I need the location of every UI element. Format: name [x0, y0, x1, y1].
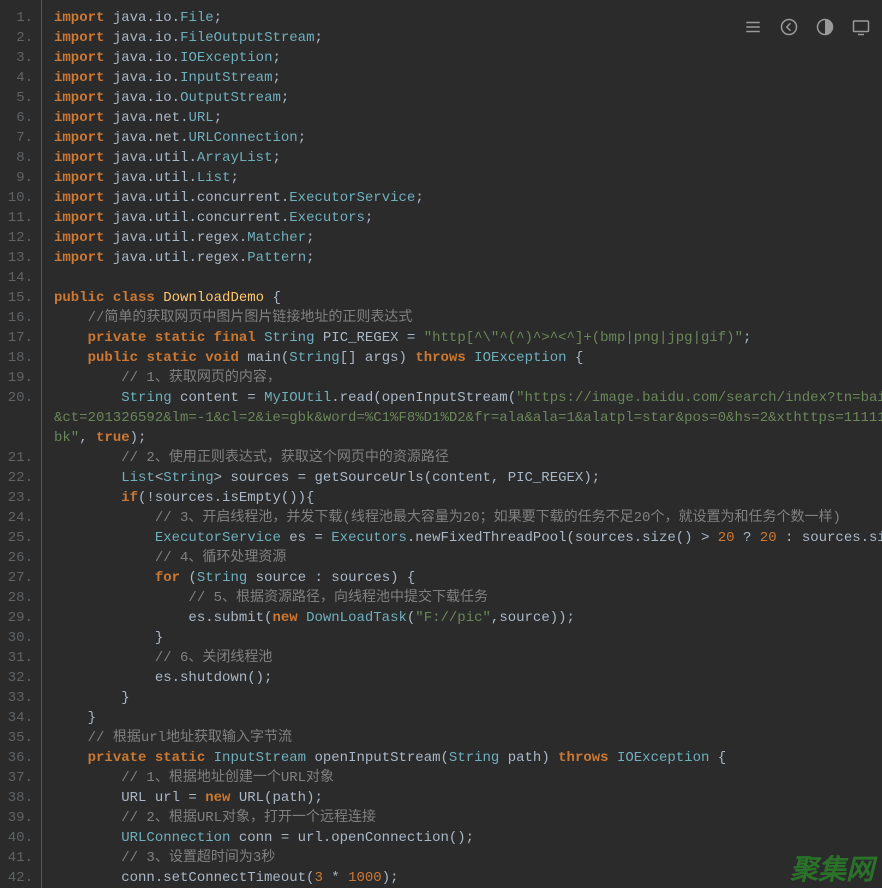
code-line: for (String source : sources) {: [54, 568, 882, 588]
line-number: 15.: [4, 288, 33, 308]
line-number: 32.: [4, 668, 33, 688]
line-number: 23.: [4, 488, 33, 508]
code-line: // 1、获取网页的内容，: [54, 368, 882, 388]
monitor-icon[interactable]: [852, 18, 870, 36]
code-line: // 3、设置超时间为3秒: [54, 848, 882, 868]
line-number: 9.: [4, 168, 33, 188]
code-line: // 6、关闭线程池: [54, 648, 882, 668]
line-number: [4, 408, 33, 428]
code-line: }: [54, 708, 882, 728]
line-number: 38.: [4, 788, 33, 808]
line-number: 24.: [4, 508, 33, 528]
line-number: 18.: [4, 348, 33, 368]
line-number: 19.: [4, 368, 33, 388]
code-line: URLConnection conn = url.openConnection(…: [54, 828, 882, 848]
code-line: import java.io.OutputStream;: [54, 88, 882, 108]
code-line: List<String> sources = getSourceUrls(con…: [54, 468, 882, 488]
line-number: 28.: [4, 588, 33, 608]
code-line: // 3、开启线程池，并发下载(线程池最大容量为20；如果要下载的任务不足20个…: [54, 508, 882, 528]
code-line: import java.net.URL;: [54, 108, 882, 128]
back-icon[interactable]: [780, 18, 798, 36]
line-number: 39.: [4, 808, 33, 828]
line-number: 4.: [4, 68, 33, 88]
line-number: 40.: [4, 828, 33, 848]
line-number-gutter: 1.2.3.4.5.6.7.8.9.10.11.12.13.14.15.16.1…: [0, 0, 42, 888]
code-line: ExecutorService es = Executors.newFixedT…: [54, 528, 882, 548]
line-number: 22.: [4, 468, 33, 488]
code-line: private static InputStream openInputStre…: [54, 748, 882, 768]
code-line: // 4、循环处理资源: [54, 548, 882, 568]
line-number: 14.: [4, 268, 33, 288]
line-number: 16.: [4, 308, 33, 328]
code-line: URL url = new URL(path);: [54, 788, 882, 808]
code-area[interactable]: import java.io.File;import java.io.FileO…: [42, 0, 882, 888]
code-line: import java.util.regex.Pattern;: [54, 248, 882, 268]
line-number: 33.: [4, 688, 33, 708]
line-number: 41.: [4, 848, 33, 868]
code-line: import java.util.concurrent.ExecutorServ…: [54, 188, 882, 208]
line-number: 27.: [4, 568, 33, 588]
code-line: import java.io.IOException;: [54, 48, 882, 68]
toolbar: [744, 18, 870, 36]
code-line: // 2、使用正则表达式，获取这个网页中的资源路径: [54, 448, 882, 468]
line-number: 5.: [4, 88, 33, 108]
line-number: 13.: [4, 248, 33, 268]
code-line: es.shutdown();: [54, 668, 882, 688]
code-line: // 5、根据资源路径，向线程池中提交下载任务: [54, 588, 882, 608]
code-line: [54, 268, 882, 288]
contrast-icon[interactable]: [816, 18, 834, 36]
code-line: public class DownloadDemo {: [54, 288, 882, 308]
code-line: conn.setConnectTimeout(3 * 1000);: [54, 868, 882, 888]
code-line: import java.net.URLConnection;: [54, 128, 882, 148]
watermark: 聚集网: [790, 860, 874, 880]
code-line: private static final String PIC_REGEX = …: [54, 328, 882, 348]
line-number: 3.: [4, 48, 33, 68]
code-line: es.submit(new DownLoadTask("F://pic",sou…: [54, 608, 882, 628]
line-number: [4, 428, 33, 448]
line-number: 26.: [4, 548, 33, 568]
line-number: 10.: [4, 188, 33, 208]
line-number: 36.: [4, 748, 33, 768]
line-number: 8.: [4, 148, 33, 168]
code-line: String content = MyIOUtil.read(openInput…: [54, 388, 882, 408]
code-line: import java.util.ArrayList;: [54, 148, 882, 168]
code-line: &ct=201326592&lm=-1&cl=2&ie=gbk&word=%C1…: [54, 408, 882, 428]
line-number: 21.: [4, 448, 33, 468]
line-number: 25.: [4, 528, 33, 548]
code-line: import java.io.InputStream;: [54, 68, 882, 88]
code-line: // 根据url地址获取输入字节流: [54, 728, 882, 748]
line-number: 11.: [4, 208, 33, 228]
code-line: import java.util.concurrent.Executors;: [54, 208, 882, 228]
code-line: // 1、根据地址创建一个URL对象: [54, 768, 882, 788]
code-line: if(!sources.isEmpty()){: [54, 488, 882, 508]
line-number: 35.: [4, 728, 33, 748]
line-number: 37.: [4, 768, 33, 788]
line-number: 1.: [4, 8, 33, 28]
code-line: import java.util.regex.Matcher;: [54, 228, 882, 248]
line-number: 7.: [4, 128, 33, 148]
line-number: 31.: [4, 648, 33, 668]
line-number: 17.: [4, 328, 33, 348]
line-number: 34.: [4, 708, 33, 728]
line-number: 29.: [4, 608, 33, 628]
code-line: public static void main(String[] args) t…: [54, 348, 882, 368]
line-number: 12.: [4, 228, 33, 248]
code-line: // 2、根据URL对象，打开一个远程连接: [54, 808, 882, 828]
line-number: 42.: [4, 868, 33, 888]
line-number: 30.: [4, 628, 33, 648]
line-number: 20.: [4, 388, 33, 408]
code-line: bk", true);: [54, 428, 882, 448]
code-line: import java.util.List;: [54, 168, 882, 188]
code-line: }: [54, 628, 882, 648]
code-line: }: [54, 688, 882, 708]
line-number: 2.: [4, 28, 33, 48]
code-line: //简单的获取网页中图片图片链接地址的正则表达式: [54, 308, 882, 328]
line-number: 6.: [4, 108, 33, 128]
code-editor: 1.2.3.4.5.6.7.8.9.10.11.12.13.14.15.16.1…: [0, 0, 882, 888]
list-icon[interactable]: [744, 18, 762, 36]
